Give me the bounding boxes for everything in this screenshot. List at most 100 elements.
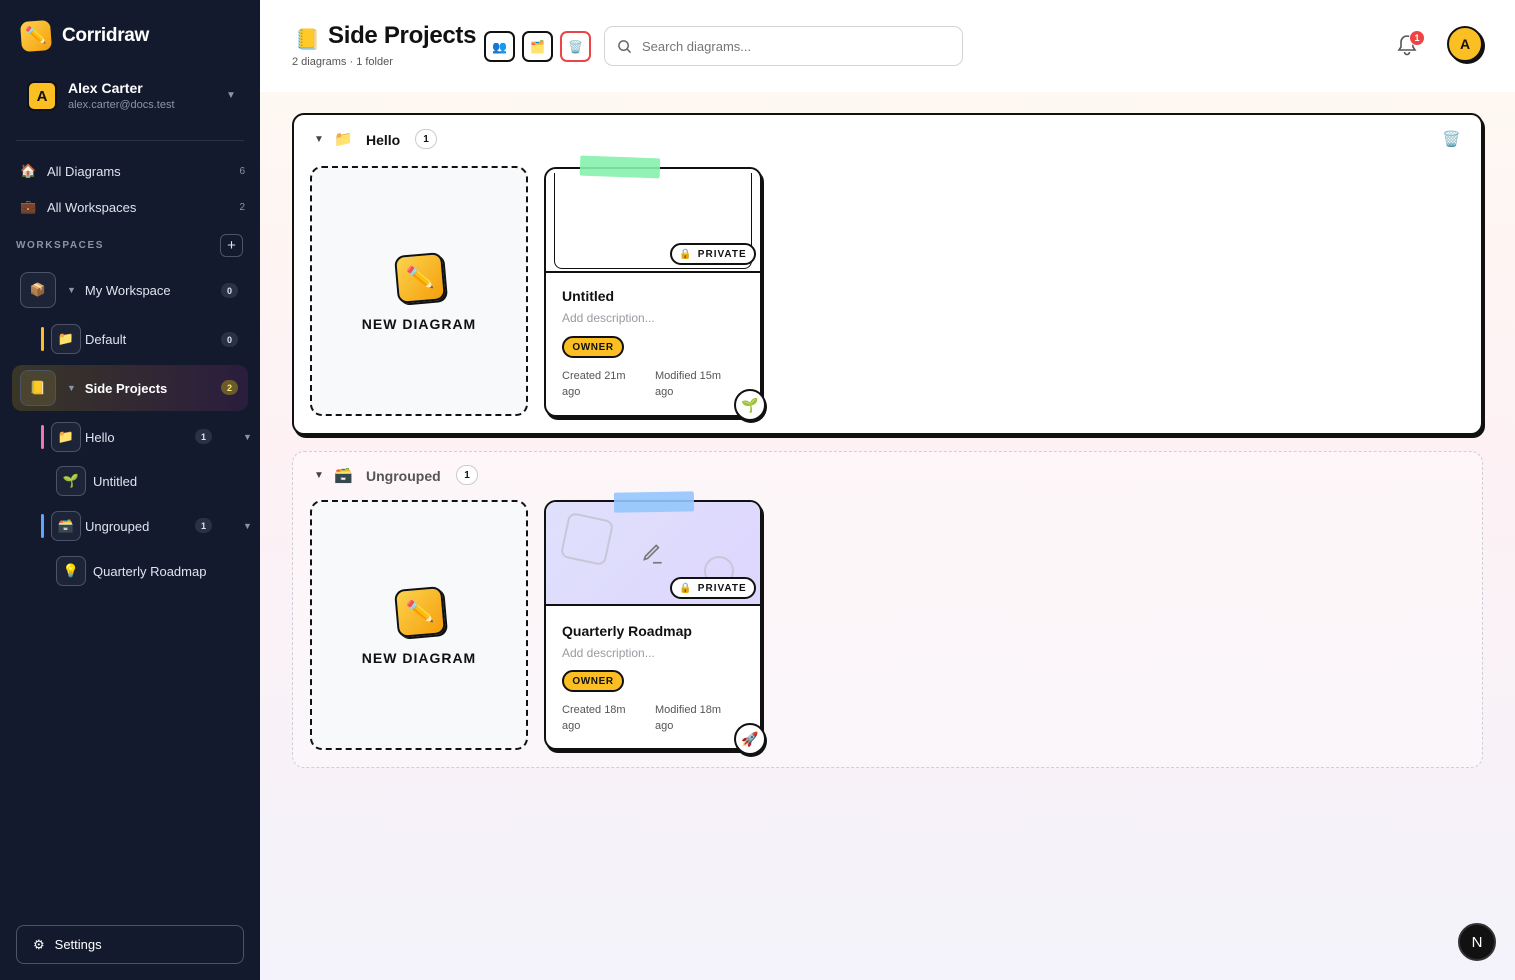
delete-workspace-button[interactable]: 🗑️ — [560, 31, 591, 62]
role-badge: OWNER — [562, 336, 624, 358]
pencil-icon: ✏️ — [393, 251, 447, 305]
notification-badge: 1 — [1409, 30, 1425, 46]
search-input[interactable] — [642, 38, 942, 54]
folder-icon: 📁 — [334, 131, 353, 148]
chevron-down-icon[interactable]: ▼ — [67, 383, 76, 393]
copy-button[interactable]: 🗂️ — [522, 31, 553, 62]
user-avatar[interactable]: A — [27, 81, 57, 111]
card-box-icon: 🗃️ — [334, 467, 353, 484]
chevron-down-icon[interactable]: ▼ — [67, 285, 76, 295]
add-workspace-button[interactable]: + — [220, 234, 243, 257]
folder-icon: 📁 — [51, 324, 81, 354]
folder-name: Hello — [366, 132, 401, 148]
modified-time: Modified 15m ago — [655, 370, 722, 398]
user-email: alex.carter@docs.test — [68, 99, 175, 111]
new-diagram-button[interactable]: ✏️ NEW DIAGRAM — [310, 166, 528, 416]
workspace-count: 0 — [221, 283, 238, 298]
sidebar: ✏️ Corridraw A Alex Carter alex.carter@d… — [0, 0, 260, 980]
trash-icon: 🗑️ — [568, 39, 583, 54]
briefcase-icon: 💼 — [20, 199, 37, 214]
chevron-down-icon[interactable]: ▼ — [243, 432, 252, 442]
workspace-my-workspace[interactable]: 📦 ▼ My Workspace — [20, 272, 171, 308]
settings-button[interactable]: ⚙ Settings — [16, 925, 244, 964]
trash-icon[interactable]: 🗑️ — [1442, 130, 1461, 148]
account-avatar[interactable]: A — [1447, 26, 1483, 62]
folder-count: 1 — [415, 129, 437, 149]
folder-color-bar — [41, 327, 44, 351]
new-diagram-label: NEW DIAGRAM — [361, 650, 477, 666]
diagram-untitled[interactable]: 🌱 Untitled — [56, 466, 137, 496]
app-logo-icon: ✏️ — [19, 19, 53, 53]
user-name: Alex Carter — [68, 80, 143, 96]
lock-icon: 🔒 — [679, 248, 693, 260]
folder-color-bar — [41, 425, 44, 449]
users-icon: 👥 — [492, 39, 507, 54]
nav-label: All Workspaces — [47, 199, 137, 215]
workspaces-heading: WORKSPACES — [16, 240, 105, 251]
page-title: Side Projects — [328, 22, 477, 49]
page-subtitle: 2 diagrams · 1 folder — [292, 56, 393, 68]
nav-all-diagrams[interactable]: 🏠 All Diagrams 6 — [20, 159, 245, 183]
diagram-quarterly-roadmap[interactable]: 💡 Quarterly Roadmap — [56, 556, 206, 586]
folder-icon: 📦 — [20, 272, 56, 308]
notebook-icon: 📒 — [295, 29, 320, 51]
diagram-title: Untitled — [562, 288, 615, 304]
role-badge: OWNER — [562, 670, 624, 692]
folder-icon: 📁 — [51, 422, 81, 452]
chevron-down-icon[interactable]: ▼ — [243, 521, 252, 531]
lightbulb-icon: 💡 — [56, 556, 86, 586]
diagram-description[interactable]: Add description... — [562, 646, 655, 660]
tape-decoration — [579, 155, 661, 179]
new-diagram-button[interactable]: ✏️ NEW DIAGRAM — [310, 500, 528, 750]
app-name: Corridraw — [62, 25, 150, 46]
search-box[interactable] — [604, 26, 963, 66]
nav-count: 6 — [239, 165, 245, 177]
settings-label: Settings — [54, 937, 102, 952]
created-time: Created 21m ago — [562, 370, 626, 398]
folder-name: Ungrouped — [366, 468, 441, 484]
private-badge: 🔒 PRIVATE — [670, 577, 756, 599]
badge-label: PRIVATE — [697, 248, 747, 260]
rocket-icon[interactable]: 🚀 — [734, 723, 766, 755]
folder-ungrouped[interactable]: 🗃️ Ungrouped — [51, 511, 149, 541]
chevron-down-icon[interactable]: ▼ — [314, 134, 324, 145]
nav-all-workspaces[interactable]: 💼 All Workspaces 2 — [20, 195, 245, 219]
copy-icon: 🗂️ — [530, 39, 545, 54]
folder-label: Ungrouped — [85, 518, 150, 534]
workspace-side-projects[interactable]: 📒 ▼ Side Projects — [20, 370, 167, 406]
folder-count: 0 — [221, 332, 238, 347]
diagram-label: Untitled — [93, 473, 138, 489]
shape-decoration — [559, 511, 615, 567]
folder-count: 1 — [195, 429, 212, 444]
folder-label: Hello — [85, 429, 115, 445]
nav-label: All Diagrams — [47, 163, 121, 179]
pencil-icon: ✏️ — [393, 585, 447, 639]
user-menu-chevron-icon[interactable]: ▼ — [226, 90, 236, 101]
pencil-icon — [643, 544, 662, 564]
folder-hello[interactable]: 📁 Hello — [51, 422, 115, 452]
chevron-down-icon[interactable]: ▼ — [314, 470, 324, 481]
folder-label: Default — [85, 331, 127, 347]
workspace-label: Side Projects — [84, 380, 168, 396]
corner-n-button[interactable]: N — [1458, 923, 1496, 961]
diagram-description[interactable]: Add description... — [562, 311, 655, 325]
folder-default[interactable]: 📁 Default — [51, 324, 126, 354]
workspace-label: My Workspace — [84, 282, 171, 298]
diagram-title: Quarterly Roadmap — [562, 623, 692, 639]
nav-count: 2 — [239, 201, 245, 213]
diagram-card-untitled[interactable]: 🔒 PRIVATE Untitled Add description... OWN… — [544, 155, 766, 421]
card-box-icon: 🗃️ — [51, 511, 81, 541]
folder-count: 1 — [195, 518, 212, 533]
seedling-icon[interactable]: 🌱 — [734, 389, 766, 421]
folder-color-bar — [41, 514, 44, 538]
private-badge: 🔒 PRIVATE — [670, 243, 756, 265]
search-icon — [618, 39, 632, 53]
badge-label: PRIVATE — [697, 582, 747, 594]
seedling-icon: 🌱 — [56, 466, 86, 496]
divider — [16, 140, 244, 141]
members-button[interactable]: 👥 — [484, 31, 515, 62]
lock-icon: 🔒 — [679, 582, 693, 594]
tape-decoration — [613, 491, 695, 513]
gear-icon: ⚙ — [33, 936, 45, 952]
diagram-card-quarterly-roadmap[interactable]: 🔒 PRIVATE Quarterly Roadmap Add descripti… — [544, 491, 766, 755]
